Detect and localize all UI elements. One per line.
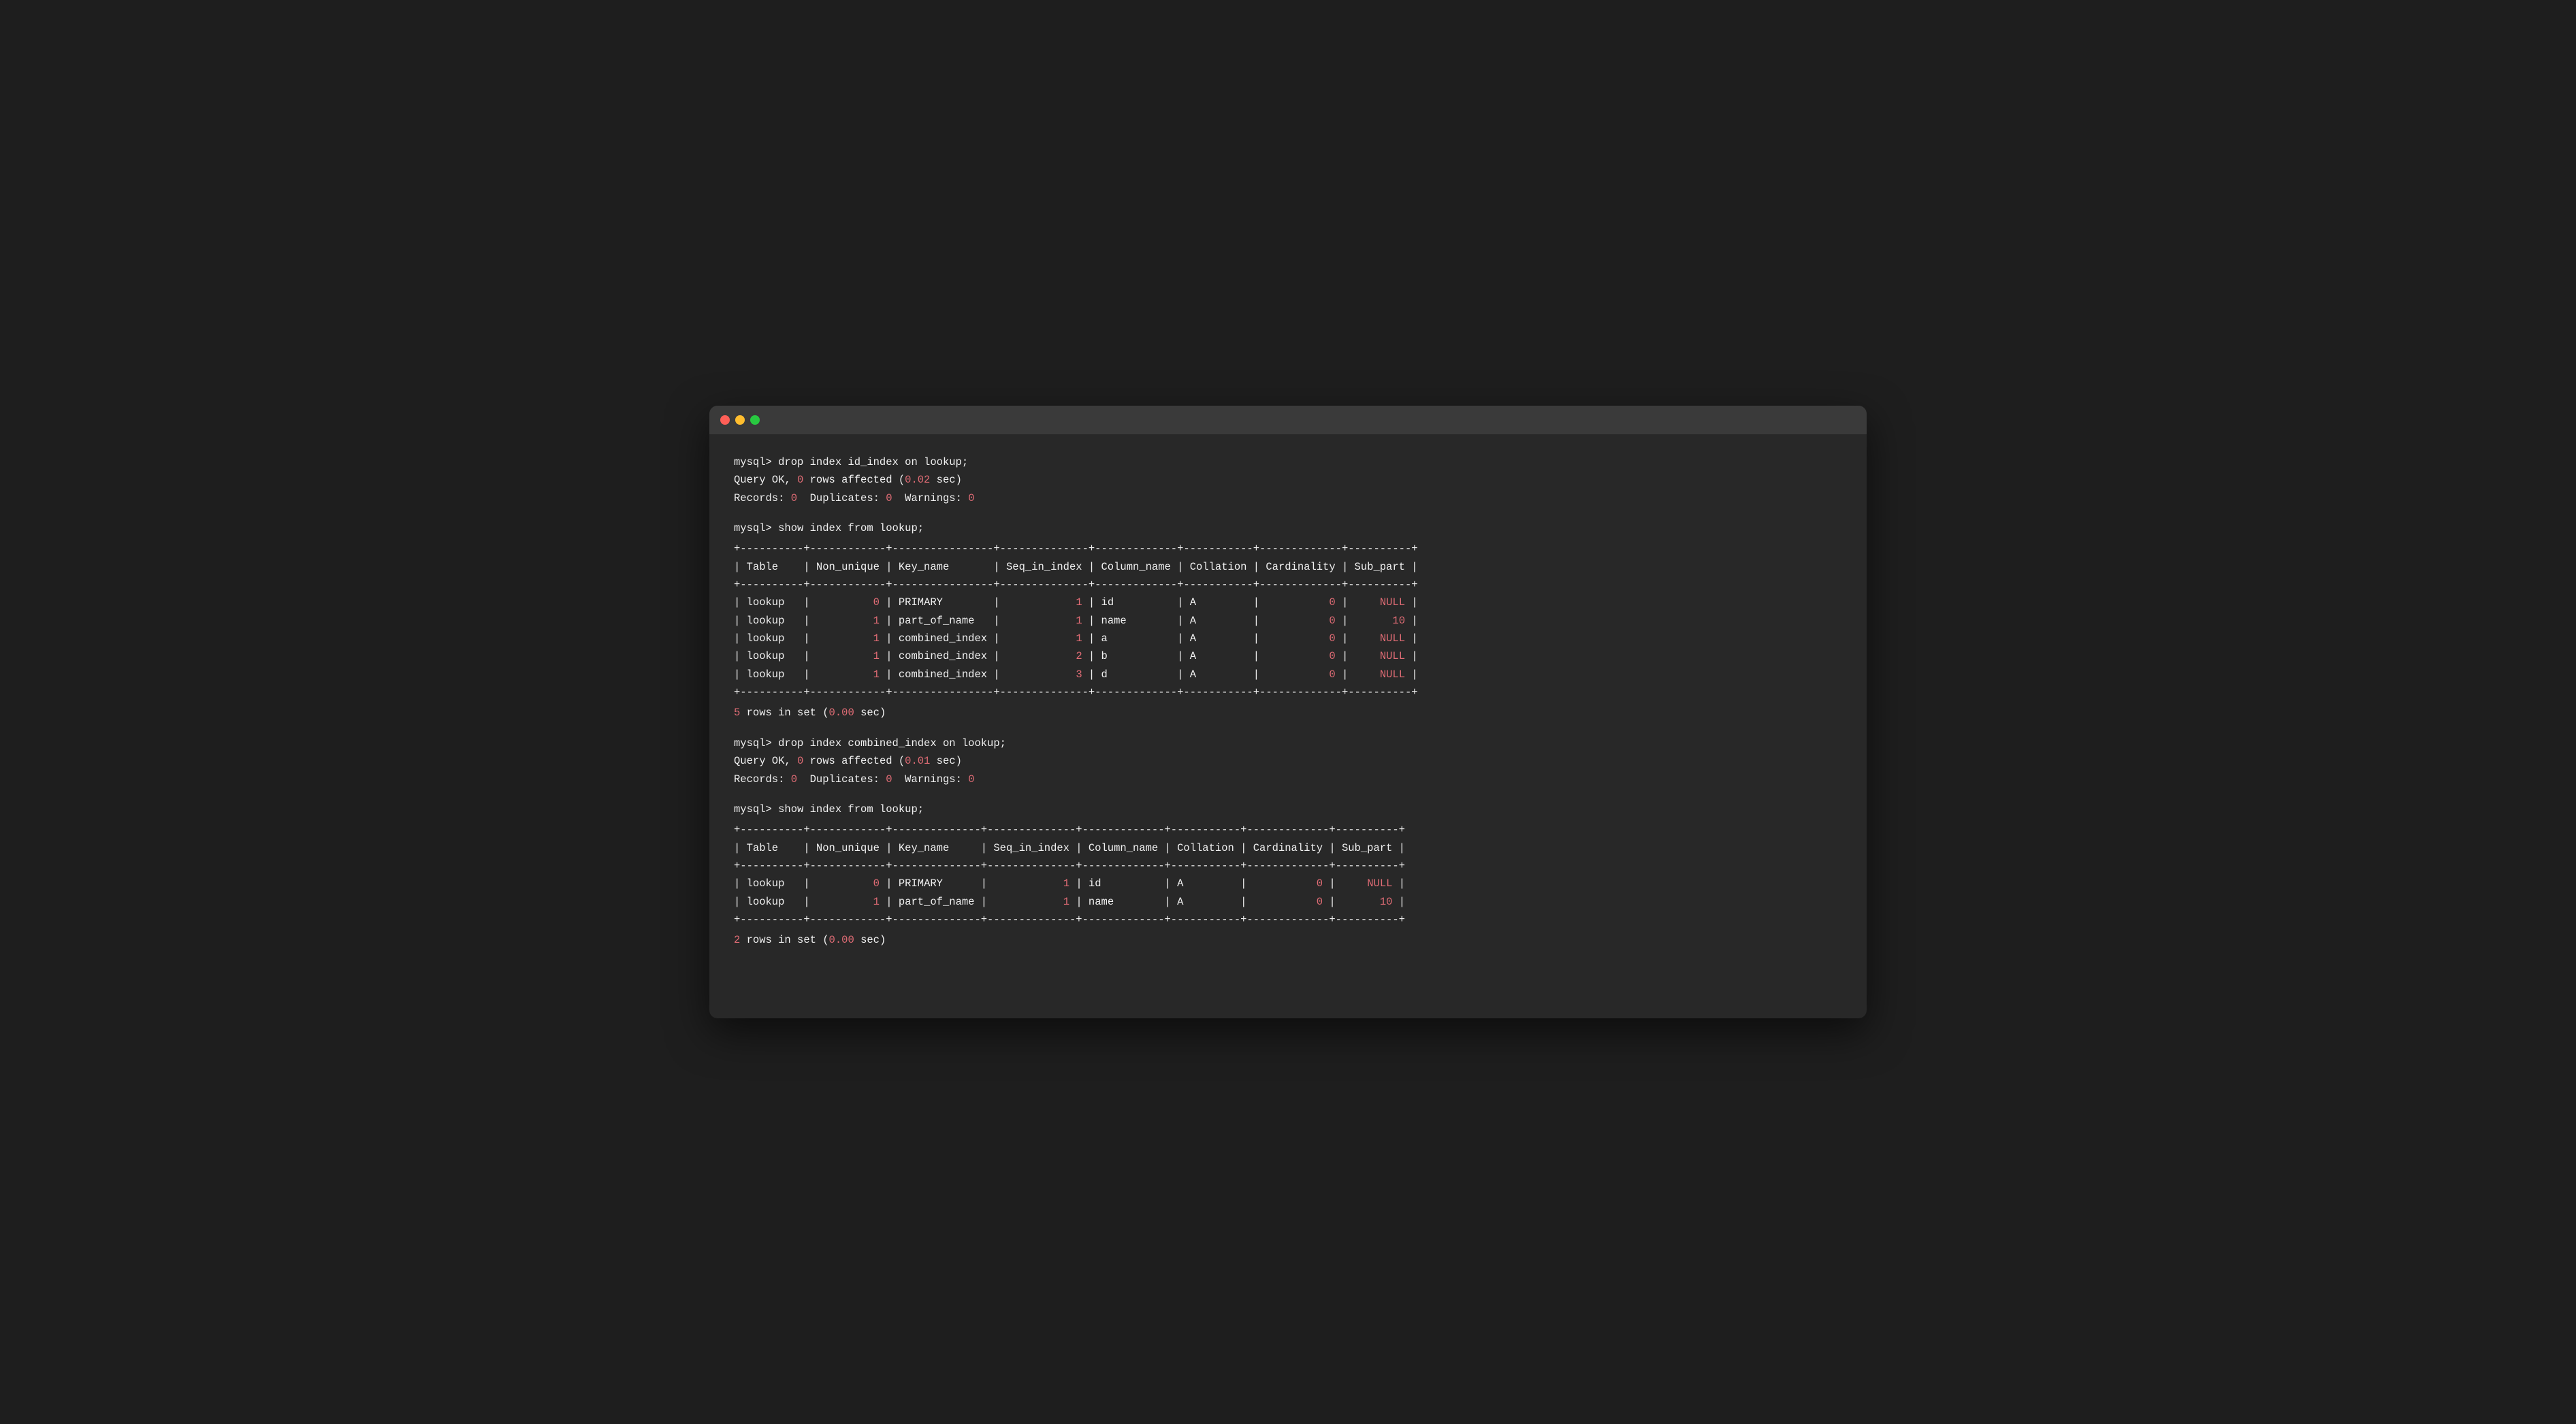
table-header-border: +----------+------------+---------------…: [734, 576, 1842, 594]
minimize-button[interactable]: [735, 415, 745, 425]
maximize-button[interactable]: [750, 415, 760, 425]
rowcount-2: 2 rows in set (0.00 sec): [734, 931, 1842, 949]
result-line-2: Records: 0 Duplicates: 0 Warnings: 0: [734, 489, 1842, 507]
table-header: | Table | Non_unique | Key_name | Seq_in…: [734, 558, 1842, 576]
terminal-body: mysql> drop index id_index on lookup; Qu…: [709, 434, 1867, 974]
time-value: 0.02: [905, 474, 930, 486]
table-row: | lookup | 0 | PRIMARY | 1 | id | A | 0 …: [734, 875, 1842, 892]
command-line-3: mysql> drop index combined_index on look…: [734, 734, 1842, 752]
warnings-value-2: 0: [968, 773, 974, 786]
duplicates-value-2: 0: [886, 773, 892, 786]
table-2: +----------+------------+--------------+…: [734, 821, 1842, 928]
result-line-4: Records: 0 Duplicates: 0 Warnings: 0: [734, 771, 1842, 788]
command-line-1: mysql> drop index id_index on lookup;: [734, 453, 1842, 471]
zero-value-2: 0: [797, 755, 803, 767]
table2-border-top: +----------+------------+--------------+…: [734, 821, 1842, 839]
zero-value: 0: [797, 474, 803, 486]
result-line-3: Query OK, 0 rows affected (0.01 sec): [734, 752, 1842, 770]
table-row: | lookup | 0 | PRIMARY | 1 | id | A | 0 …: [734, 594, 1842, 611]
command-block-4: mysql> show index from lookup; +--------…: [734, 800, 1842, 950]
records-value: 0: [791, 492, 797, 504]
time-value-2: 0.01: [905, 755, 930, 767]
command-line-4: mysql> show index from lookup;: [734, 800, 1842, 818]
terminal-window: mysql> drop index id_index on lookup; Qu…: [709, 406, 1867, 1018]
table2-border-bottom: +----------+------------+--------------+…: [734, 911, 1842, 928]
table-row: | lookup | 1 | combined_index | 1 | a | …: [734, 630, 1842, 647]
rowcount-1: 5 rows in set (0.00 sec): [734, 704, 1842, 722]
table-row: | lookup | 1 | part_of_name | 1 | name |…: [734, 612, 1842, 630]
table-1: +----------+------------+---------------…: [734, 540, 1842, 701]
warnings-value: 0: [968, 492, 974, 504]
title-bar: [709, 406, 1867, 434]
command-block-3: mysql> drop index combined_index on look…: [734, 734, 1842, 788]
close-button[interactable]: [720, 415, 730, 425]
table2-header-border: +----------+------------+--------------+…: [734, 857, 1842, 875]
table-border-top: +----------+------------+---------------…: [734, 540, 1842, 557]
command-block-2: mysql> show index from lookup; +--------…: [734, 519, 1842, 722]
command-block-1: mysql> drop index id_index on lookup; Qu…: [734, 453, 1842, 507]
table-border-bottom: +----------+------------+---------------…: [734, 683, 1842, 701]
command-line-2: mysql> show index from lookup;: [734, 519, 1842, 537]
table2-header: | Table | Non_unique | Key_name | Seq_in…: [734, 839, 1842, 857]
duplicates-value: 0: [886, 492, 892, 504]
table-row: | lookup | 1 | combined_index | 2 | b | …: [734, 647, 1842, 665]
table-row: | lookup | 1 | combined_index | 3 | d | …: [734, 666, 1842, 683]
table-row: | lookup | 1 | part_of_name | 1 | name |…: [734, 893, 1842, 911]
records-value-2: 0: [791, 773, 797, 786]
result-line-1: Query OK, 0 rows affected (0.02 sec): [734, 471, 1842, 489]
